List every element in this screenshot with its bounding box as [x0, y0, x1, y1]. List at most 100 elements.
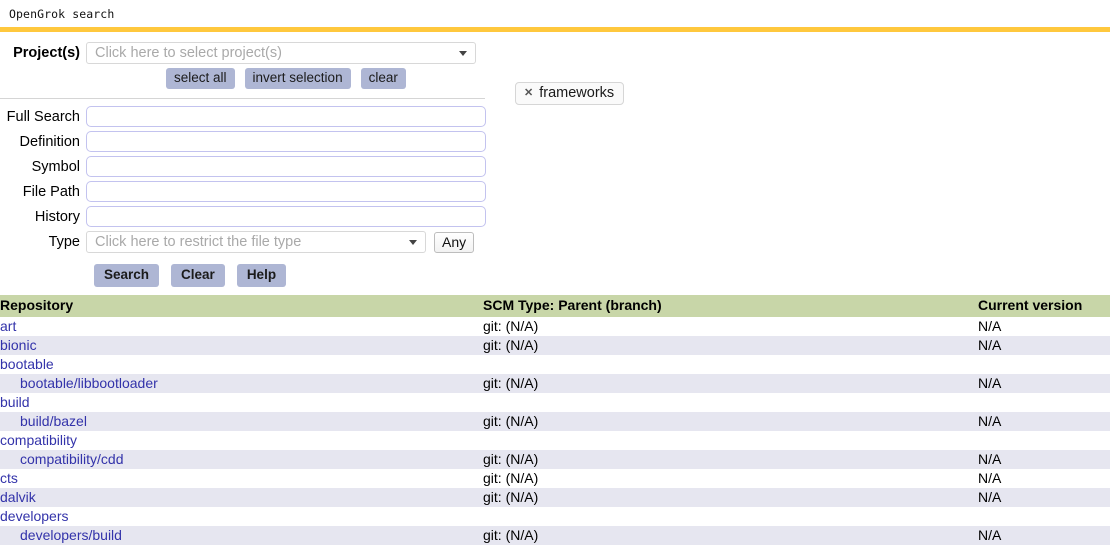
table-row: bootable — [0, 355, 1110, 374]
cell-repository: art — [0, 317, 483, 336]
cell-repository: compatibility/cdd — [0, 450, 483, 469]
table-row: developers — [0, 507, 1110, 526]
repository-link[interactable]: cts — [0, 470, 18, 486]
history-label: History — [34, 208, 80, 225]
cell-repository: bootable/libbootloader — [0, 374, 483, 393]
repository-table-body: art git: (N/A) N/A bionic git: (N/A) N/A boota… — [0, 317, 1110, 545]
projects-dropdown[interactable]: Click here to select project(s) — [86, 42, 476, 64]
clear-projects-button[interactable]: clear — [360, 68, 406, 89]
cell-current-version: N/A — [978, 336, 1110, 355]
clear-form-button[interactable]: Clear — [171, 264, 225, 287]
cell-current-version — [978, 507, 1110, 526]
repository-table: Repository SCM Type: Parent (branch) Cur… — [0, 295, 1110, 545]
cell-repository: dalvik — [0, 488, 483, 507]
cell-scm-type: git: (N/A) — [483, 336, 978, 355]
cell-repository: cts — [0, 469, 483, 488]
column-header-scm-type: SCM Type: Parent (branch) — [483, 295, 978, 317]
table-row: art git: (N/A) N/A — [0, 317, 1110, 336]
repository-link[interactable]: build — [0, 394, 30, 410]
cell-current-version — [978, 393, 1110, 412]
cell-current-version: N/A — [978, 526, 1110, 545]
repository-link[interactable]: developers/build — [20, 527, 122, 543]
history-input[interactable] — [86, 206, 486, 227]
definition-label: Definition — [19, 133, 80, 150]
table-row: compatibility/cdd git: (N/A) N/A — [0, 450, 1110, 469]
table-row: compatibility — [0, 431, 1110, 450]
definition-input[interactable] — [86, 131, 486, 152]
cell-scm-type — [483, 355, 978, 374]
table-row: cts git: (N/A) N/A — [0, 469, 1110, 488]
file-path-input[interactable] — [86, 181, 486, 202]
projects-row: Project(s) Click here to select project(… — [0, 42, 1110, 64]
table-header-row: Repository SCM Type: Parent (branch) Cur… — [0, 295, 1110, 317]
window-titlebar: OpenGrok search — [0, 0, 1110, 27]
table-row: bootable/libbootloader git: (N/A) N/A — [0, 374, 1110, 393]
invert-selection-button[interactable]: invert selection — [244, 68, 351, 89]
select-all-button[interactable]: select all — [166, 68, 235, 89]
repository-link[interactable]: compatibility/cdd — [20, 451, 124, 467]
repository-link[interactable]: art — [0, 318, 16, 334]
cell-scm-type: git: (N/A) — [483, 526, 978, 545]
repository-link[interactable]: dalvik — [0, 489, 36, 505]
column-header-repository: Repository — [0, 295, 483, 317]
cell-current-version: N/A — [978, 318, 1002, 334]
repository-link[interactable]: bootable/libbootloader — [20, 375, 158, 391]
cell-repository: bootable — [0, 355, 483, 374]
field-row-full-search: Full Search — [0, 106, 1110, 127]
cell-current-version — [978, 431, 1110, 450]
table-row: bionic git: (N/A) N/A — [0, 336, 1110, 355]
type-label: Type — [48, 234, 80, 250]
cell-repository: build — [0, 393, 483, 412]
any-type-button[interactable]: Any — [434, 231, 475, 253]
repository-link[interactable]: build/bazel — [20, 413, 87, 429]
table-row: dalvik git: (N/A) N/A — [0, 488, 1110, 507]
chevron-down-icon — [409, 240, 417, 245]
full-search-input[interactable] — [86, 106, 486, 127]
selected-project-label: frameworks — [539, 85, 615, 101]
cell-scm-type: git: (N/A) — [483, 318, 539, 334]
cell-current-version: N/A — [978, 470, 1002, 486]
cell-current-version: N/A — [978, 488, 1110, 507]
cell-current-version — [978, 355, 1110, 374]
form-actions: Search Clear Help — [94, 264, 1110, 287]
search-button[interactable]: Search — [94, 264, 160, 287]
cell-repository: developers — [0, 507, 483, 526]
symbol-input[interactable] — [86, 156, 486, 177]
column-header-current-version: Current version — [978, 295, 1110, 317]
selected-project-chip[interactable]: ✕ frameworks — [515, 82, 625, 105]
cell-scm-type: git: (N/A) — [483, 470, 539, 486]
field-row-file-path: File Path — [0, 181, 1110, 202]
close-icon[interactable]: ✕ — [524, 87, 533, 99]
cell-scm-type: git: (N/A) — [483, 412, 978, 431]
field-row-symbol: Symbol — [0, 156, 1110, 177]
search-form: Project(s) Click here to select project(… — [0, 32, 1110, 287]
cell-scm-type: git: (N/A) — [483, 488, 978, 507]
help-button[interactable]: Help — [236, 264, 287, 287]
repository-link[interactable]: bootable — [0, 356, 54, 372]
selected-projects: ✕ frameworks — [515, 82, 625, 105]
repository-link[interactable]: bionic — [0, 337, 37, 353]
field-row-history: History — [0, 206, 1110, 227]
cell-scm-type: git: (N/A) — [483, 374, 978, 393]
projects-button-row: select all invert selection clear — [166, 68, 1110, 89]
field-row-definition: Definition — [0, 131, 1110, 152]
cell-scm-type — [483, 507, 978, 526]
cell-current-version: N/A — [978, 374, 1110, 393]
repository-link[interactable]: developers — [0, 508, 69, 524]
table-row: build/bazel git: (N/A) N/A — [0, 412, 1110, 431]
symbol-label: Symbol — [31, 158, 80, 175]
cell-scm-type — [483, 431, 978, 450]
file-path-label: File Path — [22, 183, 80, 200]
type-dropdown[interactable]: Click here to restrict the file type — [86, 231, 426, 253]
cell-repository: compatibility — [0, 431, 483, 450]
chevron-down-icon — [459, 51, 467, 56]
repository-link[interactable]: compatibility — [0, 432, 77, 448]
cell-repository: build/bazel — [0, 412, 483, 431]
cell-repository: developers/build — [0, 526, 483, 545]
table-row: developers/build git: (N/A) N/A — [0, 526, 1110, 545]
table-row: build — [0, 393, 1110, 412]
projects-placeholder: Click here to select project(s) — [95, 45, 282, 61]
projects-label: Project(s) — [13, 45, 80, 61]
cell-repository: bionic — [0, 336, 483, 355]
cell-current-version: N/A — [978, 450, 1110, 469]
